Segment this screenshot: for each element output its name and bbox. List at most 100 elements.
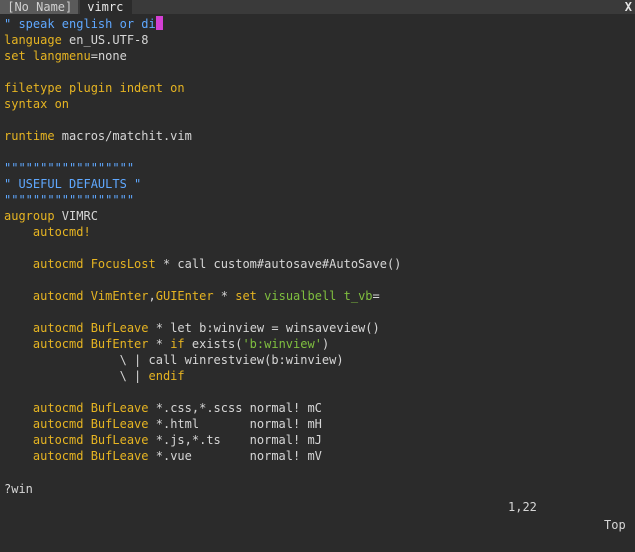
code-token: autocmd	[4, 337, 84, 351]
code-token: autocmd	[4, 289, 84, 303]
cursor-position: 1,22	[508, 500, 537, 514]
code-line: autocmd BufLeave *.css,*.scss normal! mC	[4, 400, 635, 416]
text-cursor	[155, 16, 163, 30]
tab-vimrc[interactable]: vimrc	[80, 0, 132, 14]
code-line: """"""""""""""""""	[4, 160, 635, 176]
code-line: set langmenu=none	[4, 48, 635, 64]
code-line: " speak english or di	[4, 16, 635, 32]
code-token: autocmd	[4, 257, 84, 271]
code-line: autocmd BufLeave *.html normal! mH	[4, 416, 635, 432]
code-token: *.vue normal! mV	[148, 449, 322, 463]
code-token: """"""""""""""""""	[4, 193, 135, 207]
code-line: language en_US.UTF-8	[4, 32, 635, 48]
code-token: FocusLost	[83, 257, 156, 271]
code-token: winsaveview	[285, 321, 366, 335]
command-line[interactable]: ?win 1,22 Top	[0, 462, 635, 532]
scroll-indicator: Top	[604, 518, 626, 532]
tab-line: [No Name] vimrc X	[0, 0, 635, 14]
code-line: autocmd BufLeave *.js,*.ts normal! mJ	[4, 432, 635, 448]
code-token: if	[170, 337, 185, 351]
code-token: ,	[148, 289, 156, 303]
code-token: VIMRC	[54, 209, 98, 223]
code-token: \ |	[4, 353, 149, 367]
code-token: call	[177, 257, 207, 271]
code-token: *	[213, 289, 236, 303]
tab-no-name[interactable]: [No Name]	[0, 0, 78, 14]
code-token: runtime	[4, 129, 55, 143]
code-token: t_vb	[336, 289, 373, 303]
code-token: *.css,*.scss normal! mC	[148, 401, 322, 415]
code-line: \ | call winrestview(b:winview)	[4, 352, 635, 368]
code-line: """"""""""""""""""	[4, 192, 635, 208]
code-token: *	[155, 257, 178, 271]
code-token: exists(	[184, 337, 243, 351]
vim-terminal: [No Name] vimrc X " speak english or di l…	[0, 0, 635, 532]
code-token: augroup	[4, 209, 55, 223]
code-token: set	[4, 49, 26, 63]
code-line: " USEFUL DEFAULTS "	[4, 176, 635, 192]
code-token: filetype plugin indent on	[4, 81, 185, 95]
code-token: *	[148, 321, 171, 335]
code-token: syntax	[4, 97, 48, 111]
code-token: autocmd	[4, 433, 84, 447]
code-line: augroup VIMRC	[4, 208, 635, 224]
code-token: set	[235, 289, 257, 303]
code-line: autocmd BufLeave * let b:winview = winsa…	[4, 320, 635, 336]
code-token: visualbell	[256, 289, 337, 303]
code-token: )	[321, 337, 330, 351]
code-token: let	[170, 321, 192, 335]
code-token: autocmd	[4, 401, 84, 415]
code-token: autocmd	[4, 321, 84, 335]
code-token: on	[47, 97, 70, 111]
code-token: ()	[365, 321, 380, 335]
code-token: langmenu	[25, 49, 91, 63]
code-token: """"""""""""""""""	[4, 161, 135, 175]
code-token: *.html normal! mH	[148, 417, 322, 431]
code-token: BufLeave	[83, 401, 149, 415]
code-line: filetype plugin indent on	[4, 80, 635, 96]
code-token: autocmd!	[4, 225, 91, 239]
code-token: *	[148, 337, 171, 351]
code-line: autocmd FocusLost * call custom#autosave…	[4, 256, 635, 272]
code-token: " USEFUL DEFAULTS "	[4, 177, 142, 191]
code-token: b:winview =	[191, 321, 286, 335]
code-token: en_US.UTF-8	[61, 33, 149, 47]
code-token: =	[372, 289, 380, 303]
code-line: \ | endif	[4, 368, 635, 384]
code-token: *.js,*.ts normal! mJ	[148, 433, 322, 447]
code-token: endif	[148, 369, 185, 383]
code-token: language	[4, 33, 62, 47]
command-text: ?win	[4, 482, 33, 496]
code-line: autocmd!	[4, 224, 635, 240]
code-token: custom#autosave#AutoSave()	[206, 257, 402, 271]
code-line: autocmd BufEnter * if exists('b:winview'…	[4, 336, 635, 352]
close-icon[interactable]: X	[625, 0, 632, 14]
code-token: BufEnter	[83, 337, 149, 351]
code-token: 'b:winview'	[242, 337, 322, 351]
code-line: runtime macros/matchit.vim	[4, 128, 635, 144]
code-line: syntax on	[4, 96, 635, 112]
editor-buffer[interactable]: " speak english or di language en_US.UTF-…	[4, 16, 635, 464]
code-token: BufLeave	[83, 433, 149, 447]
code-token: VimEnter	[83, 289, 149, 303]
code-token: GUIEnter	[155, 289, 214, 303]
code-token: winrestview(b:winview)	[177, 353, 344, 367]
code-token: " speak english or di	[4, 17, 156, 31]
code-token: BufLeave	[83, 417, 149, 431]
code-token: autocmd	[4, 449, 84, 463]
code-token: BufLeave	[83, 449, 149, 463]
code-token: call	[148, 353, 178, 367]
code-line: autocmd VimEnter,GUIEnter * set visualbe…	[4, 288, 635, 304]
code-token: macros/matchit.vim	[54, 129, 192, 143]
code-token: =none	[90, 49, 127, 63]
code-token: autocmd	[4, 417, 84, 431]
code-token: BufLeave	[83, 321, 149, 335]
code-token: \ |	[4, 369, 149, 383]
